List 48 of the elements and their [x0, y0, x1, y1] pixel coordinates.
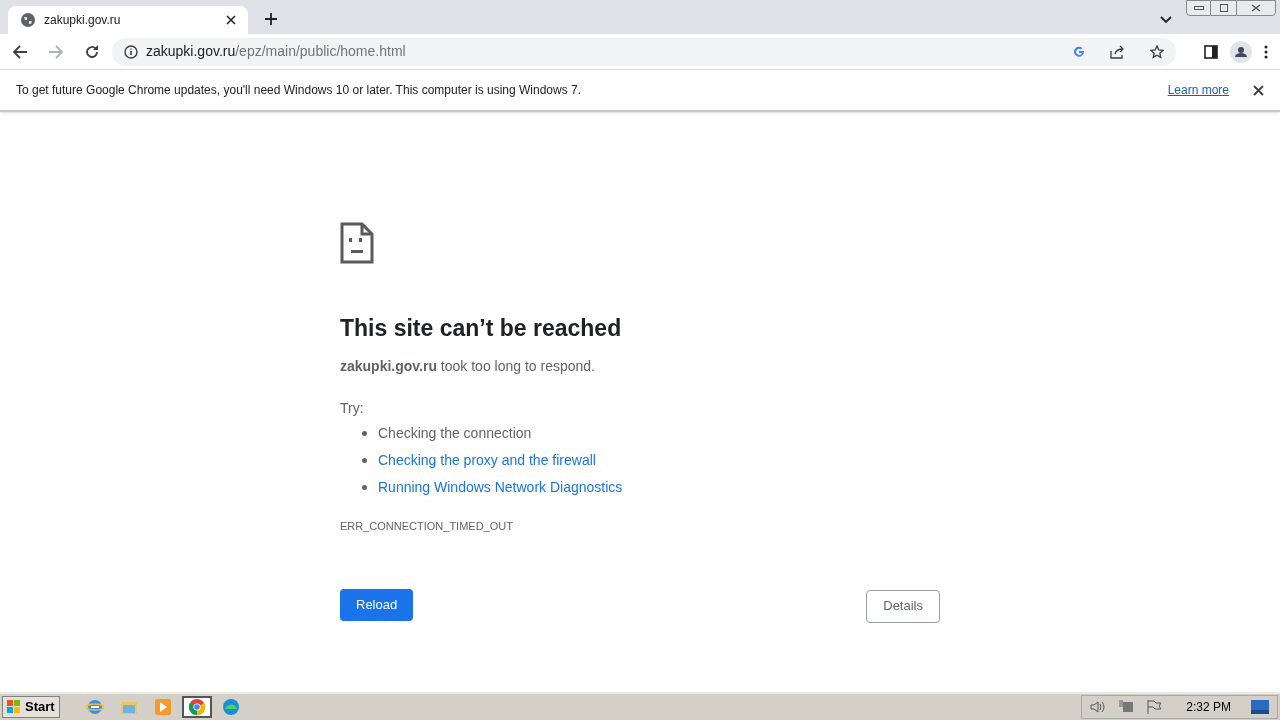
- menu-icon[interactable]: [1264, 44, 1268, 59]
- taskbar-button[interactable]: [181, 696, 212, 718]
- tab-title: zakupki.gov.ru: [44, 12, 122, 29]
- share-icon[interactable]: [1110, 44, 1126, 59]
- minimize-button[interactable]: [1186, 0, 1211, 16]
- learn-more-link[interactable]: Learn more: [1167, 81, 1229, 99]
- clock: 2:32 PM: [1186, 699, 1231, 716]
- error-description: zakupki.gov.ru took too long to respond.: [340, 357, 596, 376]
- start-button[interactable]: Start: [2, 696, 60, 718]
- windows-logo-icon: [7, 700, 21, 714]
- back-icon[interactable]: [12, 43, 28, 60]
- globe-icon: [20, 12, 36, 28]
- reload-button[interactable]: Reload: [340, 588, 414, 621]
- close-icon: [1251, 4, 1261, 12]
- side-panel-icon[interactable]: [1204, 44, 1218, 59]
- chrome-icon: [187, 698, 206, 716]
- bullet-icon: [362, 485, 367, 490]
- restore-button[interactable]: [1211, 0, 1236, 16]
- reload-icon[interactable]: [84, 43, 100, 60]
- details-button[interactable]: Details: [866, 589, 940, 623]
- close-icon[interactable]: [1253, 84, 1264, 96]
- speaker-icon[interactable]: [1090, 700, 1107, 714]
- info-icon: [124, 44, 138, 59]
- try-label: Try:: [340, 399, 365, 418]
- new-tab-icon[interactable]: [264, 12, 278, 26]
- profile-icon[interactable]: [1230, 40, 1252, 63]
- browser-tab[interactable]: zakupki.gov.ru: [8, 6, 248, 34]
- address-bar[interactable]: zakupki.gov.ru/epz/main/public/home.html: [112, 37, 1176, 66]
- url-text: zakupki.gov.ru/epz/main/public/home.html: [146, 42, 407, 61]
- bullet-icon: [362, 431, 367, 436]
- info-message: To get future Google Chrome updates, you'll need Windows 10 or later. This computer is using Windows 7.: [16, 82, 583, 99]
- suggestion-text: Checking the connection: [378, 424, 532, 443]
- bullet-icon: [362, 458, 367, 463]
- browser-icon: [85, 698, 104, 716]
- error-heading: This site can’t be reached: [340, 314, 623, 343]
- suggestion-link[interactable]: Checking the proxy and the firewall: [378, 450, 596, 471]
- error-code: ERR_CONNECTION_TIMED_OUT: [340, 519, 514, 534]
- close-window-button[interactable]: [1236, 0, 1276, 16]
- flag-icon[interactable]: [1146, 699, 1163, 715]
- close-icon[interactable]: [226, 15, 236, 25]
- chevron-down-icon[interactable]: [1160, 16, 1172, 24]
- google-icon[interactable]: [1072, 44, 1086, 59]
- star-icon[interactable]: [1150, 44, 1164, 59]
- play-icon: [153, 698, 172, 716]
- suggestion-link[interactable]: Running Windows Network Diagnostics: [378, 477, 623, 498]
- network-icon[interactable]: [1118, 699, 1135, 715]
- edge-icon: [221, 698, 240, 716]
- sad-page-icon: [340, 222, 374, 264]
